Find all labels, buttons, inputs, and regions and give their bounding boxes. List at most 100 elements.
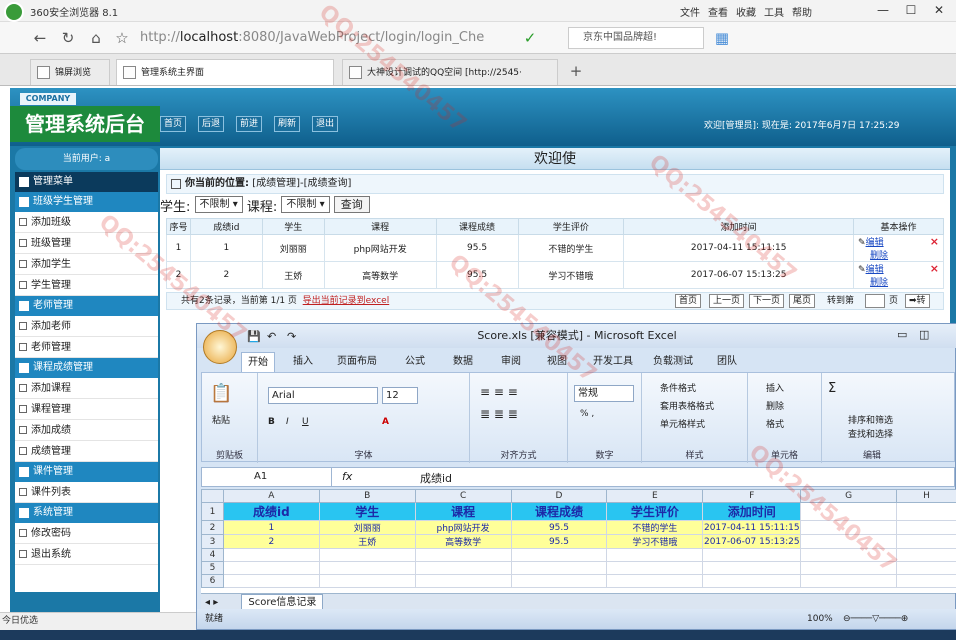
sidebar-item-courseware-list[interactable]: 课件列表 bbox=[15, 482, 158, 503]
first-page-button[interactable]: 首页 bbox=[675, 294, 702, 308]
find-select-button[interactable]: 查找和选择 bbox=[848, 427, 893, 440]
cell[interactable]: 课程 bbox=[414, 502, 512, 521]
ribbon-tab-page-layout[interactable]: 页面布局 bbox=[337, 352, 377, 372]
minimize-icon[interactable]: — bbox=[870, 1, 896, 19]
ribbon-tab-review[interactable]: 审阅 bbox=[501, 352, 521, 372]
home-button[interactable]: 首页 bbox=[160, 116, 187, 132]
next-page-button[interactable]: 下一页 bbox=[749, 294, 785, 308]
italic-icon[interactable]: I bbox=[286, 417, 289, 427]
logout-button[interactable]: 退出 bbox=[312, 116, 339, 132]
cell[interactable]: 1 bbox=[222, 520, 320, 535]
student-select[interactable]: 不限制 ▾ bbox=[194, 196, 243, 213]
sidebar-item-add-class[interactable]: 添加班级 bbox=[15, 212, 158, 233]
edit-link[interactable]: 编辑 bbox=[866, 265, 884, 275]
number-format-select[interactable]: 常规 bbox=[574, 385, 634, 402]
sidebar-header-courseware[interactable]: 课件管理 bbox=[15, 462, 158, 482]
col-letter[interactable]: D bbox=[510, 489, 608, 503]
close-icon[interactable]: ✕ bbox=[926, 1, 952, 19]
cell[interactable]: 刘丽丽 bbox=[318, 520, 416, 535]
align-bottom-icon[interactable]: ≣ ≣ ≣ bbox=[480, 407, 518, 421]
col-letter[interactable]: B bbox=[318, 489, 416, 503]
tab-qq-space[interactable]: 大神设计调试的QQ空间 [http://2545· bbox=[342, 59, 558, 85]
menu-tools[interactable]: 工具 bbox=[764, 4, 784, 19]
sidebar-item-class-manage[interactable]: 班级管理 bbox=[15, 233, 158, 254]
col-letter[interactable]: E bbox=[606, 489, 704, 503]
col-letter[interactable]: C bbox=[414, 489, 512, 503]
sidebar-header-course-score[interactable]: 课程成绩管理 bbox=[15, 358, 158, 378]
ribbon-tab-team[interactable]: 团队 bbox=[717, 352, 737, 372]
insert-cells-button[interactable]: 插入 bbox=[766, 381, 784, 394]
url-input[interactable]: http://localhost:8080/JavaWebProject/log… bbox=[140, 27, 508, 49]
refresh-button[interactable]: 刷新 bbox=[274, 116, 301, 132]
back-button[interactable]: 后退 bbox=[198, 116, 225, 132]
back-icon[interactable]: ← bbox=[30, 28, 50, 48]
sidebar-item-score-manage[interactable]: 成绩管理 bbox=[15, 441, 158, 462]
col-letter[interactable]: H bbox=[896, 489, 956, 503]
sidebar-header-class-student[interactable]: 班级学生管理 bbox=[15, 192, 158, 212]
forward-button[interactable]: 前进 bbox=[236, 116, 263, 132]
underline-icon[interactable]: U bbox=[302, 417, 309, 427]
ribbon-tab-developer[interactable]: 开发工具 bbox=[593, 352, 633, 372]
page-number-input[interactable] bbox=[865, 294, 885, 308]
ribbon-tab-insert[interactable]: 插入 bbox=[293, 352, 313, 372]
cell[interactable]: 学生评价 bbox=[606, 502, 704, 521]
delete-link[interactable]: 删除 bbox=[870, 278, 888, 288]
ribbon-tab-home[interactable]: 开始 bbox=[241, 352, 275, 372]
delete-icon[interactable]: × bbox=[930, 262, 939, 275]
sheet-nav-icon[interactable]: ◂ ▸ bbox=[201, 597, 218, 608]
paste-icon[interactable]: 📋 bbox=[210, 383, 232, 404]
format-cells-button[interactable]: 格式 bbox=[766, 417, 784, 430]
row-number[interactable]: 2 bbox=[201, 520, 224, 535]
maximize-icon[interactable]: ☐ bbox=[898, 1, 924, 19]
menu-help[interactable]: 帮助 bbox=[792, 4, 812, 19]
undo-icon[interactable]: ↶ bbox=[267, 330, 276, 343]
col-letter[interactable]: F bbox=[702, 489, 802, 503]
cell[interactable]: 高等数学 bbox=[414, 534, 512, 549]
cell[interactable] bbox=[800, 502, 898, 521]
apps-icon[interactable]: ▦ bbox=[712, 28, 732, 48]
conditional-format-button[interactable]: 条件格式 bbox=[660, 381, 696, 394]
sidebar-header-teacher[interactable]: 老师管理 bbox=[15, 296, 158, 316]
cell[interactable]: 添加时间 bbox=[702, 502, 802, 521]
sidebar-header-menu[interactable]: 管理菜单 bbox=[15, 172, 158, 192]
query-button[interactable]: 查询 bbox=[333, 196, 370, 213]
cell[interactable]: php网站开发 bbox=[414, 520, 512, 535]
sidebar-item-exit-system[interactable]: 退出系统 bbox=[15, 544, 158, 565]
cell[interactable]: 学习不错哦 bbox=[606, 534, 704, 549]
cell[interactable]: 王娇 bbox=[318, 534, 416, 549]
menu-view[interactable]: 查看 bbox=[708, 4, 728, 19]
cell[interactable]: 95.5 bbox=[510, 520, 608, 535]
cell[interactable]: 2 bbox=[222, 534, 320, 549]
menu-favorites[interactable]: 收藏 bbox=[736, 4, 756, 19]
course-select[interactable]: 不限制 ▾ bbox=[281, 196, 330, 213]
cell-style-button[interactable]: 单元格样式 bbox=[660, 417, 705, 430]
goto-button[interactable]: ➡转 bbox=[905, 294, 930, 308]
excel-minimize-icon[interactable]: ▭ bbox=[897, 328, 907, 341]
spreadsheet-grid[interactable]: A B C D E F G H 1 成绩id 学生 课程 课程成绩 学生评价 添… bbox=[201, 489, 956, 593]
sidebar-item-teacher-manage[interactable]: 老师管理 bbox=[15, 337, 158, 358]
refresh-icon[interactable]: ↻ bbox=[58, 28, 78, 48]
last-page-button[interactable]: 尾页 bbox=[789, 294, 816, 308]
table-format-button[interactable]: 套用表格格式 bbox=[660, 399, 714, 412]
sidebar-item-add-course[interactable]: 添加课程 bbox=[15, 378, 158, 399]
redo-icon[interactable]: ↷ bbox=[287, 330, 296, 343]
row-number[interactable]: 1 bbox=[201, 502, 224, 521]
cell[interactable]: 学生 bbox=[318, 502, 416, 521]
row-number[interactable]: 4 bbox=[201, 548, 224, 562]
search-box[interactable]: 京东中国品牌超! bbox=[568, 27, 704, 49]
home-icon[interactable]: ⌂ bbox=[86, 28, 106, 48]
row-number[interactable]: 3 bbox=[201, 534, 224, 549]
menu-file[interactable]: 文件 bbox=[680, 4, 700, 19]
paste-button[interactable]: 粘贴 bbox=[212, 413, 230, 426]
cell[interactable] bbox=[896, 520, 956, 535]
cell[interactable]: 不错的学生 bbox=[606, 520, 704, 535]
align-icon[interactable]: ≡ ≡ ≡ bbox=[480, 385, 518, 399]
prev-page-button[interactable]: 上一页 bbox=[709, 294, 745, 308]
ribbon-tab-data[interactable]: 数据 bbox=[453, 352, 473, 372]
ribbon-tab-load-test[interactable]: 负载测试 bbox=[653, 352, 693, 372]
office-button-icon[interactable] bbox=[203, 330, 237, 364]
cell[interactable] bbox=[896, 534, 956, 549]
edit-link[interactable]: 编辑 bbox=[866, 238, 884, 248]
sidebar-item-student-manage[interactable]: 学生管理 bbox=[15, 275, 158, 296]
sum-icon[interactable]: Σ bbox=[828, 381, 836, 396]
